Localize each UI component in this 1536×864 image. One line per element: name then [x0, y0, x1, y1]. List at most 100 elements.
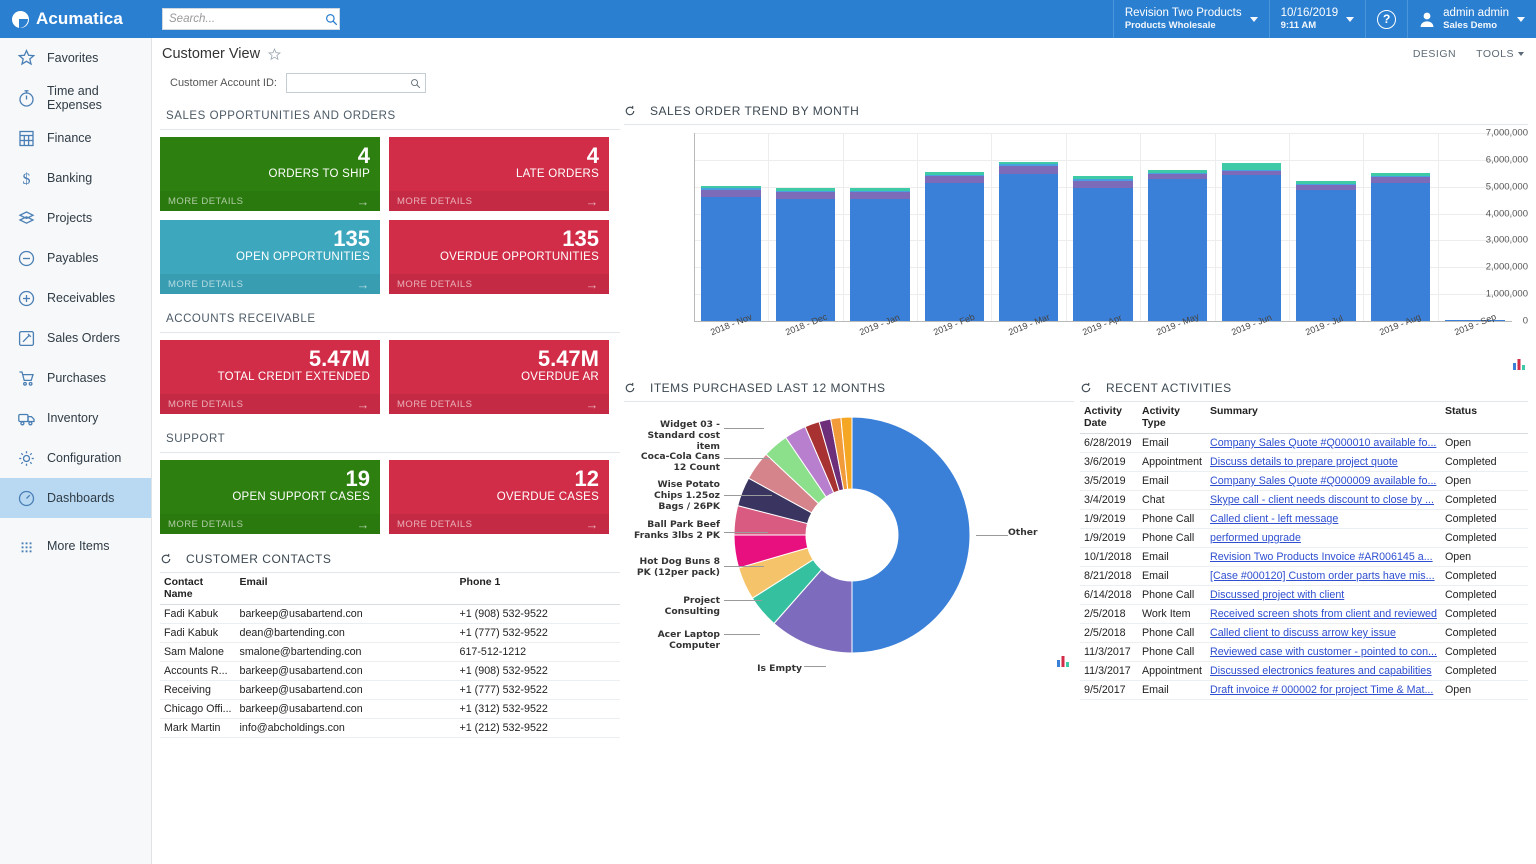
design-button[interactable]: DESIGN: [1413, 48, 1456, 60]
summary-link[interactable]: Reviewed case with customer - pointed to…: [1206, 643, 1441, 662]
sidebar-item-banking[interactable]: $Banking: [0, 158, 151, 198]
customer-account-input[interactable]: [286, 73, 426, 93]
favorite-star-icon[interactable]: [268, 48, 281, 61]
sidebar-item-finance[interactable]: Finance: [0, 118, 151, 158]
more-details-link[interactable]: MORE DETAILS: [397, 519, 472, 530]
lookup-search-icon[interactable]: [410, 78, 421, 89]
sidebar-item-more-items[interactable]: More Items: [0, 526, 151, 566]
kpi-tile-overdue-opportunities[interactable]: 135OVERDUE OPPORTUNITIESMORE DETAILS→: [389, 220, 609, 294]
summary-link[interactable]: Called client to discuss arrow key issue: [1206, 624, 1441, 643]
table-row[interactable]: 6/28/2019EmailCompany Sales Quote #Q0000…: [1080, 434, 1528, 453]
more-details-link[interactable]: MORE DETAILS: [168, 196, 243, 207]
summary-link[interactable]: Company Sales Quote #Q000009 available f…: [1206, 472, 1441, 491]
summary-link[interactable]: Discussed electronics features and capab…: [1206, 662, 1441, 681]
summary-link[interactable]: Company Sales Quote #Q000010 available f…: [1206, 434, 1441, 453]
kpi-tile-overdue-cases[interactable]: 12OVERDUE CASESMORE DETAILS→: [389, 460, 609, 534]
sidebar-item-configuration[interactable]: Configuration: [0, 438, 151, 478]
business-date-selector[interactable]: 10/16/2019 9:11 AM: [1269, 0, 1366, 38]
table-row[interactable]: 3/6/2019AppointmentDiscuss details to pr…: [1080, 453, 1528, 472]
brand-logo-area[interactable]: Acumatica: [0, 0, 152, 38]
sidebar-item-favorites[interactable]: Favorites: [0, 38, 151, 78]
bar-2019Jul[interactable]: [1296, 181, 1355, 321]
chart-icon[interactable]: [1056, 654, 1070, 668]
user-menu[interactable]: admin admin Sales Demo: [1407, 0, 1536, 38]
more-details-link[interactable]: MORE DETAILS: [168, 399, 243, 410]
sidebar-item-label: Inventory: [47, 411, 98, 425]
table-row[interactable]: Mark Martininfo@abcholdings.con+1 (212) …: [160, 719, 620, 738]
more-details-link[interactable]: MORE DETAILS: [168, 519, 243, 530]
summary-link[interactable]: Called client - left message: [1206, 510, 1441, 529]
table-row[interactable]: 6/14/2018Phone CallDiscussed project wit…: [1080, 586, 1528, 605]
more-details-link[interactable]: MORE DETAILS: [168, 279, 243, 290]
bar-2019Jan[interactable]: [850, 188, 909, 321]
search-input[interactable]: [169, 13, 325, 25]
sidebar-item-time-and-expenses[interactable]: Time and Expenses: [0, 78, 151, 118]
refresh-icon[interactable]: [624, 382, 636, 394]
sales-order-trend-chart[interactable]: 01,000,0002,000,0003,000,0004,000,0005,0…: [624, 125, 1528, 373]
kpi-tile-late-orders[interactable]: 4LATE ORDERSMORE DETAILS→: [389, 137, 609, 211]
table-row[interactable]: 9/5/2017EmailDraft invoice # 000002 for …: [1080, 681, 1528, 700]
bar-2018Dec[interactable]: [776, 188, 835, 321]
more-details-link[interactable]: MORE DETAILS: [397, 279, 472, 290]
table-row[interactable]: 8/21/2018Email[Case #000120] Custom orde…: [1080, 567, 1528, 586]
refresh-icon[interactable]: [624, 105, 636, 117]
table-row[interactable]: 3/5/2019EmailCompany Sales Quote #Q00000…: [1080, 472, 1528, 491]
bar-2018Nov[interactable]: [701, 186, 760, 321]
table-row[interactable]: 10/1/2018EmailRevision Two Products Invo…: [1080, 548, 1528, 567]
company-selector[interactable]: Revision Two Products Products Wholesale: [1113, 0, 1269, 38]
summary-link[interactable]: Discuss details to prepare project quote: [1206, 453, 1441, 472]
table-cell: Email: [1138, 681, 1206, 700]
table-cell: +1 (212) 532-9522: [456, 719, 620, 738]
table-row[interactable]: Receivingbarkeep@usabartend.con+1 (777) …: [160, 681, 620, 700]
summary-link[interactable]: performed upgrade: [1206, 529, 1441, 548]
kpi-tile-orders-to-ship[interactable]: 4ORDERS TO SHIPMORE DETAILS→: [160, 137, 380, 211]
items-purchased-donut[interactable]: Widget 03 - Standard cost itemCoca-Cola …: [624, 402, 1074, 672]
summary-link[interactable]: Draft invoice # 000002 for project Time …: [1206, 681, 1441, 700]
bar-2019Aug[interactable]: [1371, 173, 1430, 321]
table-row[interactable]: Sam Malonesmalone@bartending.con617-512-…: [160, 643, 620, 662]
sidebar-item-receivables[interactable]: Receivables: [0, 278, 151, 318]
table-row[interactable]: 1/9/2019Phone Callperformed upgradeCompl…: [1080, 529, 1528, 548]
pie-slice-0[interactable]: [852, 417, 970, 653]
table-cell: smalone@bartending.con: [236, 643, 456, 662]
sidebar-item-dashboards[interactable]: Dashboards: [0, 478, 151, 518]
help-button[interactable]: ?: [1365, 0, 1407, 38]
bar-2019Feb[interactable]: [925, 172, 984, 321]
kpi-tile-open-opportunities[interactable]: 135OPEN OPPORTUNITIESMORE DETAILS→: [160, 220, 380, 294]
table-row[interactable]: 3/4/2019ChatSkype call - client needs di…: [1080, 491, 1528, 510]
table-row[interactable]: 2/5/2018Work ItemReceived screen shots f…: [1080, 605, 1528, 624]
table-row[interactable]: Chicago Offi...barkeep@usabartend.con+1 …: [160, 700, 620, 719]
bar-2019Apr[interactable]: [1073, 176, 1132, 321]
table-row[interactable]: 1/9/2019Phone CallCalled client - left m…: [1080, 510, 1528, 529]
table-row[interactable]: Accounts R...barkeep@usabartend.con+1 (9…: [160, 662, 620, 681]
sidebar-item-purchases[interactable]: Purchases: [0, 358, 151, 398]
kpi-tile-total-credit-extended[interactable]: 5.47MTOTAL CREDIT EXTENDEDMORE DETAILS→: [160, 340, 380, 414]
summary-link[interactable]: Received screen shots from client and re…: [1206, 605, 1441, 624]
table-row[interactable]: Fadi Kabukbarkeep@usabartend.con+1 (908)…: [160, 605, 620, 624]
table-row[interactable]: 2/5/2018Phone CallCalled client to discu…: [1080, 624, 1528, 643]
sidebar-item-projects[interactable]: Projects: [0, 198, 151, 238]
more-details-link[interactable]: MORE DETAILS: [397, 196, 472, 207]
bar-2019May[interactable]: [1148, 170, 1207, 321]
more-details-link[interactable]: MORE DETAILS: [397, 399, 472, 410]
table-row[interactable]: 11/3/2017Phone CallReviewed case with cu…: [1080, 643, 1528, 662]
sidebar-item-payables[interactable]: Payables: [0, 238, 151, 278]
kpi-tile-overdue-ar[interactable]: 5.47MOVERDUE ARMORE DETAILS→: [389, 340, 609, 414]
bar-2019Mar[interactable]: [999, 162, 1058, 321]
summary-link[interactable]: Skype call - client needs discount to cl…: [1206, 491, 1441, 510]
summary-link[interactable]: Revision Two Products Invoice #AR006145 …: [1206, 548, 1441, 567]
tools-button[interactable]: TOOLS: [1476, 48, 1524, 60]
refresh-icon[interactable]: [1080, 382, 1092, 394]
global-search[interactable]: [162, 8, 340, 30]
summary-link[interactable]: Discussed project with client: [1206, 586, 1441, 605]
table-row[interactable]: Fadi Kabukdean@bartending.con+1 (777) 53…: [160, 624, 620, 643]
refresh-icon[interactable]: [160, 553, 172, 565]
sidebar-item-sales-orders[interactable]: Sales Orders: [0, 318, 151, 358]
table-row[interactable]: 11/3/2017AppointmentDiscussed electronic…: [1080, 662, 1528, 681]
chart-icon[interactable]: [1512, 357, 1526, 371]
kpi-tile-open-support-cases[interactable]: 19OPEN SUPPORT CASESMORE DETAILS→: [160, 460, 380, 534]
bar-2019Jun[interactable]: [1222, 163, 1281, 321]
kpi-label: OPEN OPPORTUNITIES: [160, 251, 370, 263]
summary-link[interactable]: [Case #000120] Custom order parts have m…: [1206, 567, 1441, 586]
sidebar-item-inventory[interactable]: Inventory: [0, 398, 151, 438]
